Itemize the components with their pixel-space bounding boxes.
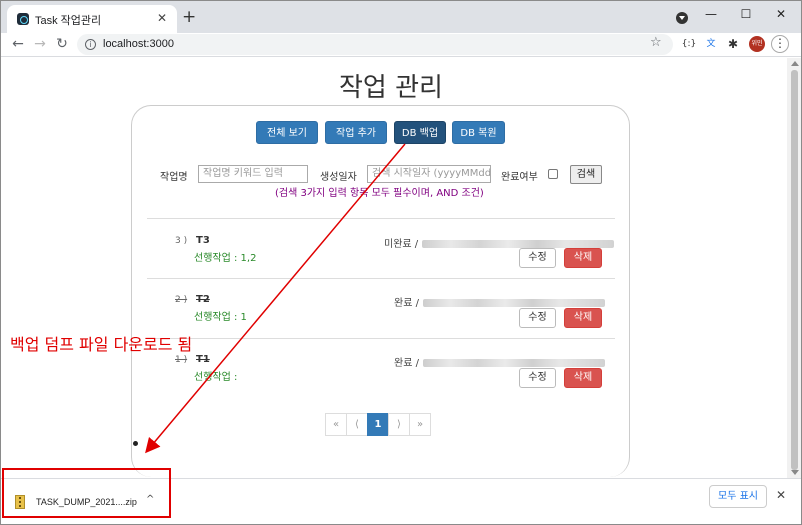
task-title[interactable]: T2 [196,294,210,305]
completed-checkbox[interactable] [548,169,558,179]
page-scrollbar[interactable] [787,58,801,478]
react-favicon-icon [17,13,29,25]
task-name-input[interactable]: 작업명 키워드 입력 [198,165,308,183]
edit-button[interactable]: 수정 [519,248,556,268]
scroll-down-arrow-icon[interactable] [791,470,799,475]
created-date-input[interactable]: 검색 시작일자 (yyyyMMdd) [367,165,491,183]
edit-button[interactable]: 수정 [519,308,556,328]
redacted-dates [422,240,615,248]
browser-menu-icon[interactable]: ⋮ [771,35,789,53]
list-bullet [133,441,138,446]
task-name-label: 작업명 [160,172,188,183]
annotation-highlight-box [2,468,171,518]
scroll-thumb[interactable] [791,70,798,470]
task-number: 3 ) [175,236,188,246]
page-title: 작업 관리 [339,73,443,103]
divider [147,218,615,219]
delete-button[interactable]: 삭제 [564,368,602,388]
site-info-icon[interactable]: i [85,39,96,50]
task-prerequisites: 선행작업 : 1,2 [194,253,257,264]
search-button[interactable]: 검색 [570,165,602,184]
back-button[interactable]: ← [9,35,27,53]
add-task-button[interactable]: 작업 추가 [325,121,387,144]
browser-tab[interactable]: Task 작업관리 ✕ [7,5,177,33]
task-status: 완료 / [394,354,605,369]
task-title[interactable]: T1 [196,354,210,365]
task-status: 완료 / [394,294,605,309]
minimize-button[interactable]: — [699,4,723,24]
pagination: « ⟨ 1 ⟩ » [325,413,431,436]
show-all-downloads-button[interactable]: 모두 표시 [709,485,767,508]
page-first-button[interactable]: « [325,413,347,436]
page-last-button[interactable]: » [409,413,431,436]
redacted-dates [422,299,605,307]
task-title[interactable]: T3 [196,235,210,246]
url-text[interactable]: localhost:3000 [103,38,174,50]
reload-button[interactable]: ↻ [53,35,71,53]
close-window-button[interactable]: ✕ [769,4,793,24]
maximize-button[interactable]: ☐ [734,4,758,24]
page-prev-button[interactable]: ⟨ [346,413,368,436]
browser-toolbar: ← → ↻ i localhost:3000 ☆ {:} 文 ✱ 위민 ⋮ [1,33,801,57]
delete-button[interactable]: 삭제 [564,308,602,328]
extension-json-icon[interactable]: {:} [681,36,697,52]
extension-translate-icon[interactable]: 文 [703,36,719,52]
view-all-button[interactable]: 전체 보기 [256,121,318,144]
created-date-label: 생성일자 [320,172,357,183]
db-restore-button[interactable]: DB 복원 [452,121,505,144]
tab-title: Task 작업관리 [35,15,102,27]
task-number: 1 ) [175,355,188,365]
browser-window: Task 작업관리 ✕ + — ☐ ✕ ← → ↻ i localhost:30… [0,0,802,525]
task-prerequisites: 선행작업 : 1 [194,312,247,323]
tab-search-icon[interactable] [676,12,688,24]
divider [147,278,615,279]
address-bar[interactable]: i localhost:3000 ☆ [77,34,673,55]
tab-strip: Task 작업관리 ✕ + — ☐ ✕ [1,1,801,33]
db-backup-button[interactable]: DB 백업 [394,121,446,144]
redacted-dates [422,359,605,367]
annotation-text: 백업 덤프 파일 다운로드 됨 [10,335,193,354]
new-tab-button[interactable]: + [182,7,196,27]
bookmark-star-icon[interactable]: ☆ [650,35,662,50]
edit-button[interactable]: 수정 [519,368,556,388]
close-shelf-icon[interactable]: ✕ [776,488,786,502]
search-hint: (검색 3가지 입력 항목 모두 필수이며, AND 조건) [275,188,484,199]
divider [147,338,615,339]
page-number-button[interactable]: 1 [367,413,389,436]
extensions-puzzle-icon[interactable]: ✱ [725,36,741,52]
scroll-up-arrow-icon[interactable] [791,61,799,66]
profile-avatar[interactable]: 위민 [749,36,765,52]
task-number: 2 ) [175,295,188,305]
tab-close-icon[interactable]: ✕ [157,10,167,26]
delete-button[interactable]: 삭제 [564,248,602,268]
forward-button[interactable]: → [31,35,49,53]
completed-label: 완료여부 [501,172,538,183]
page-next-button[interactable]: ⟩ [388,413,410,436]
task-prerequisites: 선행작업 : [194,372,238,383]
